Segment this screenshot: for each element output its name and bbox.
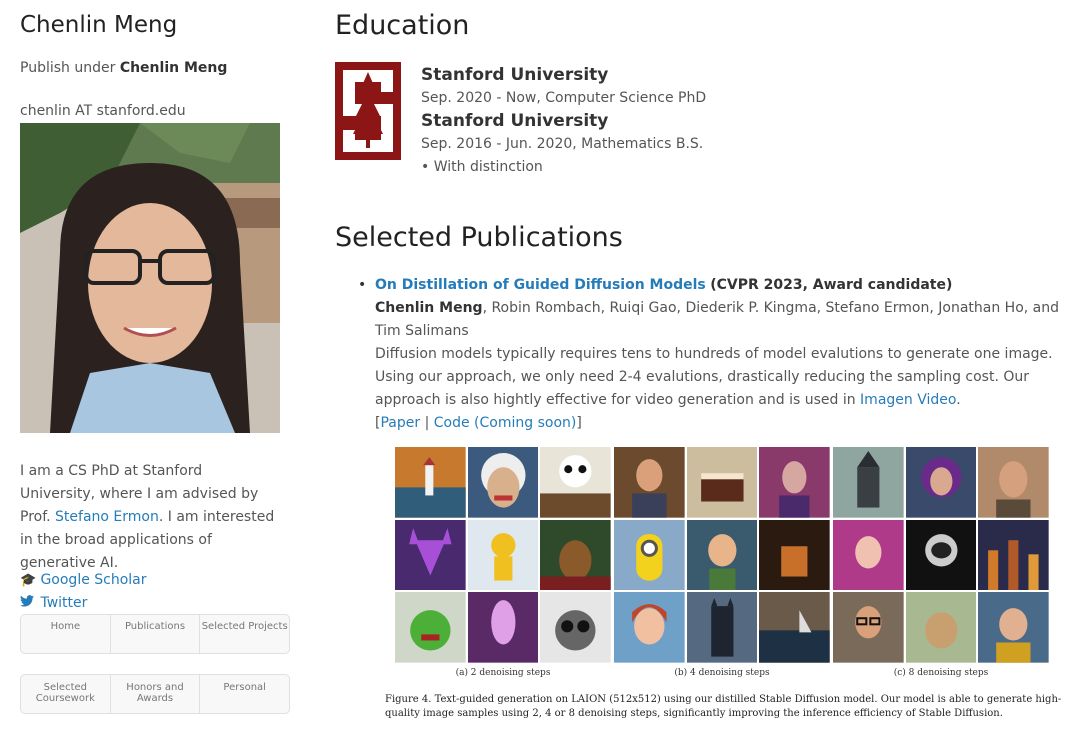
first-author: Chenlin Meng (375, 300, 483, 316)
sample-cartoon-girl (614, 592, 685, 663)
twitter-bird-svg (20, 595, 34, 607)
education-heading: Education (335, 10, 470, 41)
list-bullet: • (358, 277, 367, 293)
sample-castle (833, 447, 904, 518)
education-entries: Stanford University Sep. 2020 - Now, Com… (421, 64, 841, 179)
education-school: Stanford University (421, 111, 609, 131)
publication-venue: (CVPR 2023, Award candidate) (710, 277, 953, 293)
figure-caption: Figure 4. Text-guided generation on LAIO… (385, 694, 1062, 719)
education-detail: Sep. 2020 - Now, Computer Science PhD (421, 90, 707, 106)
sample-purple-hair-woman (905, 447, 977, 518)
sample-astronaut-helmet (905, 519, 977, 591)
profile-photo-image (20, 123, 280, 433)
sample-man-glasses (833, 592, 904, 663)
publish-under: Publish under Chenlin Meng (20, 60, 227, 76)
sample-einstein (467, 447, 539, 518)
sample-mouse-sunglasses (540, 592, 611, 663)
sample-woman-purple (759, 447, 830, 518)
nav-publications[interactable]: Publications (111, 615, 201, 653)
figure-image-grids: (a) 2 denoising steps (b) 4 denoising st… (385, 447, 1065, 719)
sample-ship-sea (759, 592, 830, 663)
image-grid-8-steps (833, 447, 1049, 663)
nav-personal[interactable]: Personal (200, 675, 289, 713)
sample-green-monster (395, 592, 466, 663)
figure-subcaption: (c) 8 denoising steps (893, 668, 989, 678)
twitter-link[interactable]: Twitter (40, 595, 87, 611)
sample-batman (686, 592, 758, 663)
nav-honors-awards[interactable]: Honors and Awards (111, 675, 201, 713)
sample-dog (905, 592, 977, 663)
sample-pink-hair-woman (833, 519, 904, 591)
nav-selected-coursework-label: Selected Coursework (35, 682, 95, 704)
google-scholar-row: 🎓 Google Scholar (20, 572, 147, 588)
publication-figure: (a) 2 denoising steps (b) 4 denoising st… (385, 447, 1065, 719)
sample-panda (540, 447, 611, 518)
publication-title-line: On Distillation of Guided Diffusion Mode… (375, 274, 1060, 297)
education-note: • With distinction (421, 159, 543, 175)
sample-city-night (978, 519, 1049, 591)
publish-under-name: Chenlin Meng (119, 60, 228, 76)
sample-fox (395, 519, 466, 591)
publication-authors: Chenlin Meng, Robin Rombach, Ruiqi Gao, … (375, 297, 1060, 343)
image-grid-2-steps (395, 447, 611, 663)
publication-abstract: Diffusion models typically requires tens… (375, 343, 1060, 412)
sample-cartoon-boy (686, 519, 758, 591)
nav-selected-coursework[interactable]: Selected Coursework (21, 675, 111, 713)
sample-lighthouse (395, 447, 466, 518)
bio: I am a CS PhD at Stanford University, wh… (20, 460, 280, 575)
sample-astronaut (467, 519, 539, 591)
figure-subcaption: (b) 4 denoising steps (674, 668, 770, 678)
publication-title-link[interactable]: On Distillation of Guided Diffusion Mode… (375, 277, 706, 293)
sample-old-sailor (978, 592, 1049, 663)
links-close-bracket: ] (576, 415, 582, 431)
profile-name: Chenlin Meng (20, 12, 178, 38)
nav-row-2: Selected Coursework Honors and Awards Pe… (20, 674, 290, 714)
sample-purple-forest (467, 592, 539, 663)
google-scholar-link[interactable]: Google Scholar (40, 572, 146, 588)
abstract-end: . (956, 392, 961, 408)
nav-honors-awards-label: Honors and Awards (126, 682, 184, 704)
sample-man-suit (614, 447, 685, 518)
image-grid-4-steps (614, 447, 830, 663)
sample-cake (686, 447, 758, 518)
code-link[interactable]: Code (Coming soon) (434, 415, 577, 431)
nav-personal-label: Personal (223, 682, 266, 693)
profile-photo (20, 123, 280, 433)
education-school: Stanford University (421, 65, 609, 85)
email: chenlin AT stanford.edu (20, 103, 186, 119)
imagen-video-link[interactable]: Imagen Video (860, 392, 956, 408)
sample-old-man (978, 447, 1049, 518)
nav-home[interactable]: Home (21, 615, 111, 653)
links-separator: | (420, 415, 434, 431)
sample-minion (614, 519, 685, 591)
stanford-logo (335, 62, 401, 160)
twitter-bird-icon (20, 595, 36, 611)
publication-links: [Paper | Code (Coming soon)] (375, 412, 1060, 435)
sample-whiskey (759, 519, 830, 591)
sample-squirrel (540, 519, 611, 591)
nav-selected-projects[interactable]: Selected Projects (200, 615, 289, 653)
advisor-link[interactable]: Stefano Ermon (55, 509, 159, 525)
nav-row-1: Home Publications Selected Projects (20, 614, 290, 654)
twitter-row: Twitter (20, 595, 87, 611)
publish-under-prefix: Publish under (20, 60, 120, 76)
publication-item: • On Distillation of Guided Diffusion Mo… (358, 274, 1060, 435)
graduation-cap-icon: 🎓 (20, 573, 37, 588)
paper-link[interactable]: Paper (380, 415, 420, 431)
figure-subcaption: (a) 2 denoising steps (455, 668, 551, 678)
page: Chenlin Meng Publish under Chenlin Meng … (0, 0, 1065, 735)
education-detail: Sep. 2016 - Jun. 2020, Mathematics B.S. (421, 136, 704, 152)
publications-heading: Selected Publications (335, 222, 623, 253)
